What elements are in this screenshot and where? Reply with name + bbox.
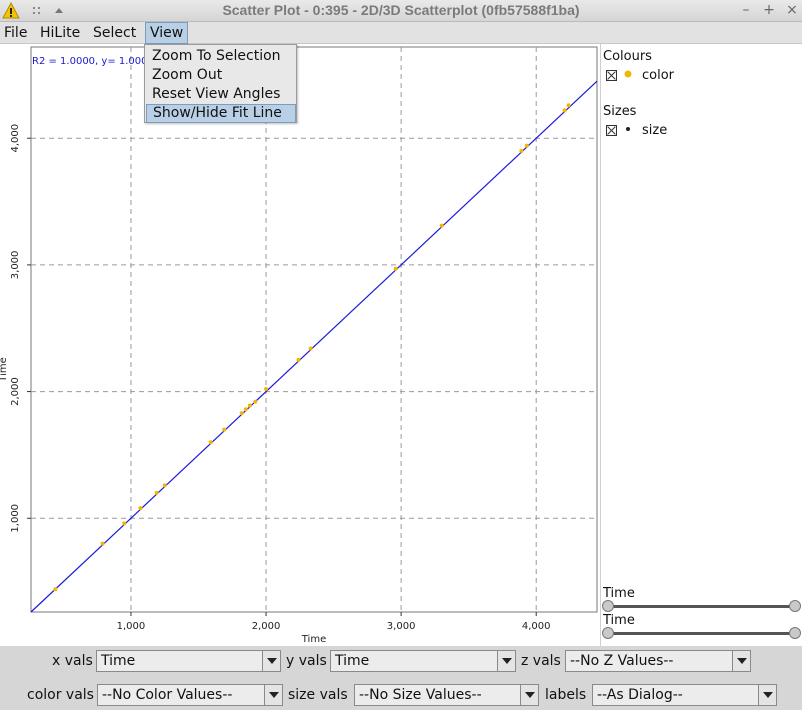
slider2-min-handle[interactable] <box>602 627 614 639</box>
menu-zoom-out[interactable]: Zoom Out <box>146 66 296 85</box>
size-dot-icon <box>626 127 630 131</box>
x-tick-label: 1,000 <box>117 621 146 632</box>
data-point <box>247 403 252 408</box>
size-vals-label: size vals <box>288 687 348 703</box>
data-point <box>122 521 127 526</box>
menu-select[interactable]: Select <box>89 22 140 44</box>
labels-select[interactable]: --As Dialog-- <box>592 684 777 706</box>
title-bar: Scatter Plot - 0:395 - 2D/3D Scatterplot… <box>0 0 802 22</box>
data-point <box>296 357 301 362</box>
y-tick-label: 3,000 <box>10 251 21 280</box>
size-vals-value: --No Size Values-- <box>359 687 482 703</box>
fit-line <box>30 80 598 613</box>
legend-panel: Colours color Sizes size Time Time <box>600 44 802 646</box>
y-vals-value: Time <box>335 653 370 669</box>
z-vals-label: z vals <box>521 653 561 669</box>
x-vals-label: x vals <box>52 653 93 669</box>
data-point <box>566 103 571 108</box>
x-tick-label: 4,000 <box>522 621 551 632</box>
view-menu-dropdown: Zoom To Selection Zoom Out Reset View An… <box>144 44 297 123</box>
chevron-down-icon <box>262 651 280 671</box>
data-point <box>308 346 313 351</box>
slider1-track[interactable] <box>609 605 796 608</box>
slider1-label: Time <box>603 586 635 601</box>
x-axis-label: Time <box>301 634 326 645</box>
data-point <box>264 387 269 392</box>
chevron-down-icon <box>758 685 776 705</box>
color-vals-label: color vals <box>27 687 94 703</box>
data-point <box>162 483 167 488</box>
fit-equation-label: R2 = 1.0000, y= 1.000 <box>32 56 148 67</box>
y-vals-label: y vals <box>286 653 327 669</box>
window-title: Scatter Plot - 0:395 - 2D/3D Scatterplot… <box>222 2 580 18</box>
slider1-max-handle[interactable] <box>789 600 801 612</box>
menu-show-hide-fit-line[interactable]: Show/Hide Fit Line <box>146 104 296 123</box>
menu-reset-view-angles[interactable]: Reset View Angles <box>146 85 296 104</box>
sizes-title: Sizes <box>603 104 637 119</box>
menu-zoom-to-selection[interactable]: Zoom To Selection <box>146 47 296 66</box>
color-vals-select[interactable]: --No Color Values-- <box>97 684 283 706</box>
chevron-down-icon <box>497 651 515 671</box>
data-point <box>439 223 444 228</box>
data-point <box>53 587 58 592</box>
menu-file[interactable]: File <box>0 22 31 44</box>
labels-label: labels <box>545 687 587 703</box>
chevron-down-icon <box>732 651 750 671</box>
chevron-down-icon <box>264 685 282 705</box>
chevron-down-icon <box>520 685 538 705</box>
data-point <box>253 399 258 404</box>
data-point <box>222 427 227 432</box>
size-entry-label: size <box>642 123 668 138</box>
data-point <box>100 541 105 546</box>
slider2-label: Time <box>603 613 635 628</box>
y-tick-label: 1,000 <box>10 504 21 533</box>
y-axis-label: Time <box>0 357 9 382</box>
y-tick-label: 2,000 <box>10 377 21 406</box>
plot-frame <box>30 46 598 613</box>
x-vals-value: Time <box>101 653 136 669</box>
color-vals-value: --No Color Values-- <box>102 687 233 703</box>
size-vals-select[interactable]: --No Size Values-- <box>354 684 539 706</box>
size-checkbox[interactable] <box>606 125 617 136</box>
y-vals-select[interactable]: Time <box>330 650 516 672</box>
colours-title: Colours <box>603 49 652 64</box>
labels-value: --As Dialog-- <box>597 687 683 703</box>
menu-view[interactable]: View <box>145 22 189 44</box>
slider2-track[interactable] <box>609 632 796 635</box>
data-point <box>519 148 524 153</box>
slider1-min-handle[interactable] <box>602 600 614 612</box>
menu-bar: File HiLite Select View <box>0 22 802 44</box>
data-point <box>524 143 529 148</box>
menu-hilite[interactable]: HiLite <box>36 22 84 44</box>
axis-controls: x vals Time y vals Time z vals --No Z Va… <box>0 646 802 710</box>
x-vals-select[interactable]: Time <box>96 650 281 672</box>
y-tick-label: 4,000 <box>10 124 21 153</box>
maximize-button[interactable]: + <box>760 1 778 19</box>
colour-checkbox[interactable] <box>606 70 617 81</box>
z-vals-select[interactable]: --No Z Values-- <box>565 650 751 672</box>
data-point <box>239 411 244 416</box>
data-point <box>138 506 143 511</box>
colour-entry-label: color <box>642 68 675 83</box>
minimize-button[interactable]: – <box>737 1 755 19</box>
slider2-max-handle[interactable] <box>789 627 801 639</box>
colour-dot-icon <box>624 70 632 78</box>
data-point <box>208 440 213 445</box>
data-point <box>154 490 159 495</box>
data-point <box>562 108 567 113</box>
z-vals-value: --No Z Values-- <box>570 653 674 669</box>
x-tick-label: 2,000 <box>252 621 281 632</box>
x-tick-label: 3,000 <box>387 621 416 632</box>
scatter-chart[interactable]: 1,000 2,000 3,000 4,000 1,000 2,000 3,000 4,000… <box>0 44 600 646</box>
close-button[interactable]: × <box>783 1 801 19</box>
data-point <box>243 407 248 412</box>
data-point <box>393 266 398 271</box>
scatter-plot-area[interactable]: 1,000 2,000 3,000 4,000 1,000 2,000 3,000 4,000… <box>0 44 600 646</box>
